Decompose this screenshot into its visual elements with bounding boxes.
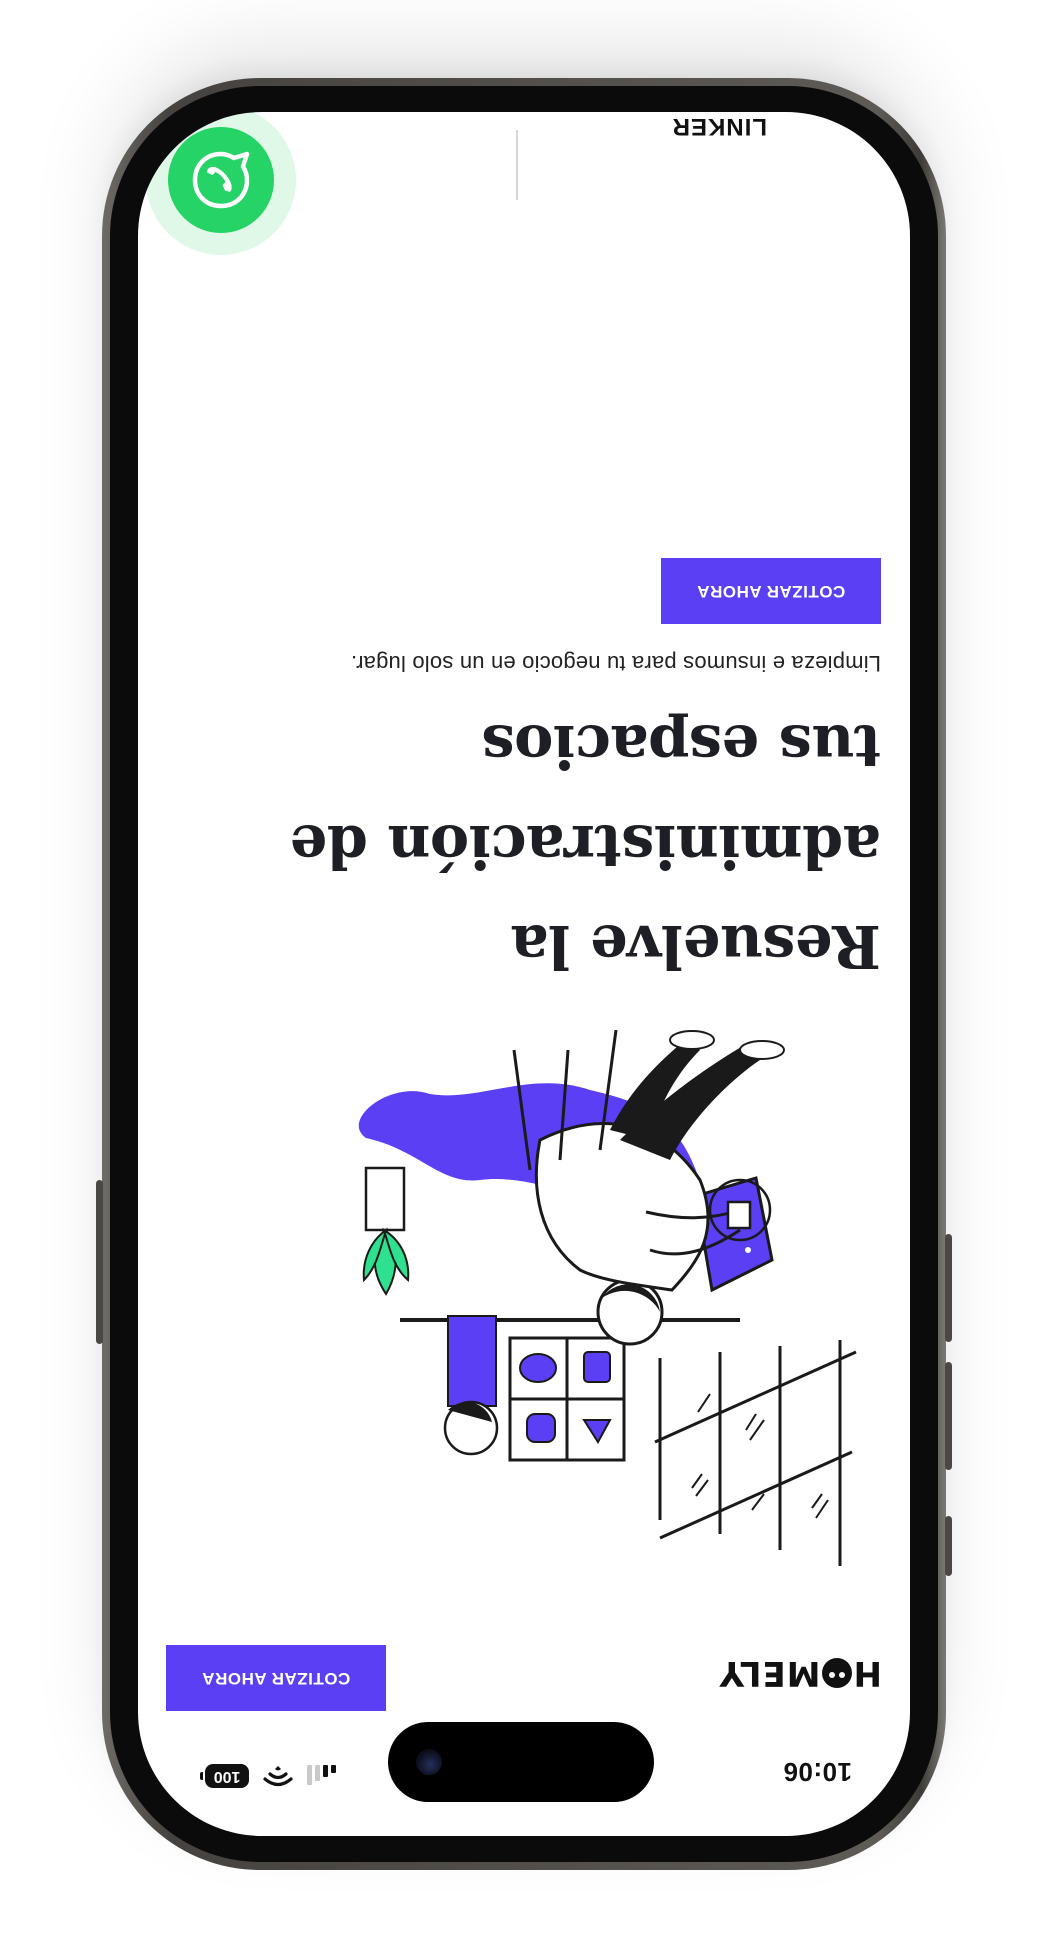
whatsapp-icon	[192, 151, 250, 209]
whatsapp-button[interactable]	[168, 127, 274, 233]
header-cta-button[interactable]: COTIZAR AHORA	[166, 1645, 386, 1711]
hero-illustration	[358, 1030, 857, 1566]
partner-logo: LINKER	[671, 113, 767, 140]
hero-title: Resuelve la administración de tus espaci…	[241, 696, 881, 996]
action-button	[945, 1516, 952, 1576]
power-button	[96, 1180, 103, 1344]
status-time: 10:06	[783, 1757, 852, 1787]
phone-screen: 10:06 100 H MELY COTIZAR AHORA Resuelve …	[138, 112, 910, 1836]
dynamic-island	[388, 1722, 654, 1802]
rotated-stage: 10:06 100 H MELY COTIZAR AHORA Resuelve …	[0, 0, 1044, 1958]
window-grid	[654, 1340, 857, 1566]
hamely-logo[interactable]: H MELY	[718, 1653, 882, 1693]
hero-title-line: tus espacios	[481, 712, 881, 781]
hero-subtitle: Limpieza e insumos para tu negocio en un…	[350, 651, 881, 676]
section-divider	[516, 130, 518, 200]
small-person	[443, 1315, 499, 1456]
cubby-shelf	[508, 1336, 626, 1462]
plant	[362, 1166, 410, 1296]
volume-down-button	[945, 1234, 952, 1342]
volume-up-button	[945, 1362, 952, 1470]
signal-icon	[307, 1765, 336, 1787]
front-camera	[416, 1749, 442, 1775]
hero-title-line: Resuelve la	[510, 912, 881, 981]
battery-icon: 100	[205, 1764, 249, 1788]
hero-title-line: administración de	[290, 812, 881, 881]
wifi-icon	[263, 1766, 293, 1787]
hero-cta-button[interactable]: COTIZAR AHORA	[661, 558, 881, 624]
status-icons: 100	[205, 1764, 336, 1788]
